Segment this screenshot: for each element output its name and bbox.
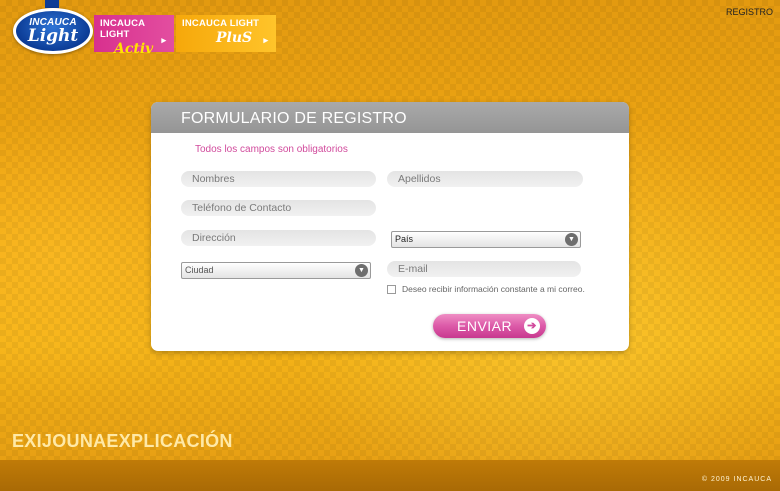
- copyright: © 2009 INCAUCA: [701, 476, 772, 483]
- enviar-button[interactable]: ENVIAR ➔: [433, 314, 546, 338]
- pais-select[interactable]: País ▼: [391, 231, 581, 248]
- registro-link[interactable]: REGISTRO: [726, 7, 773, 17]
- direccion-field[interactable]: Dirección: [181, 230, 376, 246]
- logo-tab: [45, 0, 59, 8]
- tagline: EXIJOUNAEXPLICACIÓN: [12, 431, 233, 451]
- enviar-button-label: ENVIAR: [457, 318, 513, 334]
- footer-bar: [0, 460, 780, 491]
- pais-select-value: País: [395, 234, 414, 244]
- ciudad-select-value: Ciudad: [185, 265, 214, 275]
- incauca-logo[interactable]: INCAUCA Light: [13, 8, 93, 54]
- required-notice: Todos los campos son obligatorios: [195, 144, 348, 155]
- chevron-down-icon[interactable]: ▼: [355, 264, 368, 277]
- form-title: FORMULARIO DE REGISTRO: [151, 102, 629, 133]
- ciudad-select[interactable]: Ciudad ▼: [181, 262, 371, 279]
- registration-form: FORMULARIO DE REGISTRO Todos los campos …: [151, 102, 629, 351]
- arrow-right-icon: ▸: [263, 35, 268, 45]
- arrow-right-icon: ➔: [524, 318, 540, 334]
- apellidos-field[interactable]: Apellidos: [387, 171, 583, 187]
- arrow-right-icon: ▸: [161, 35, 166, 45]
- promo-plus-title: INCAUCA LIGHT: [182, 18, 260, 29]
- promo-plus-link[interactable]: INCAUCA LIGHT PluS ▸: [176, 15, 276, 52]
- logo-sub-text: Light: [27, 25, 79, 46]
- nombres-field[interactable]: Nombres: [181, 171, 376, 187]
- chevron-down-icon[interactable]: ▼: [565, 233, 578, 246]
- promo-activ-link[interactable]: INCAUCA LIGHT Activ ▸: [94, 15, 174, 57]
- telefono-field[interactable]: Teléfono de Contacto: [181, 200, 376, 216]
- email-field[interactable]: E-mail: [387, 261, 581, 277]
- newsletter-checkbox-label: Deseo recibir información constante a mi…: [402, 284, 585, 294]
- newsletter-checkbox[interactable]: [387, 285, 396, 294]
